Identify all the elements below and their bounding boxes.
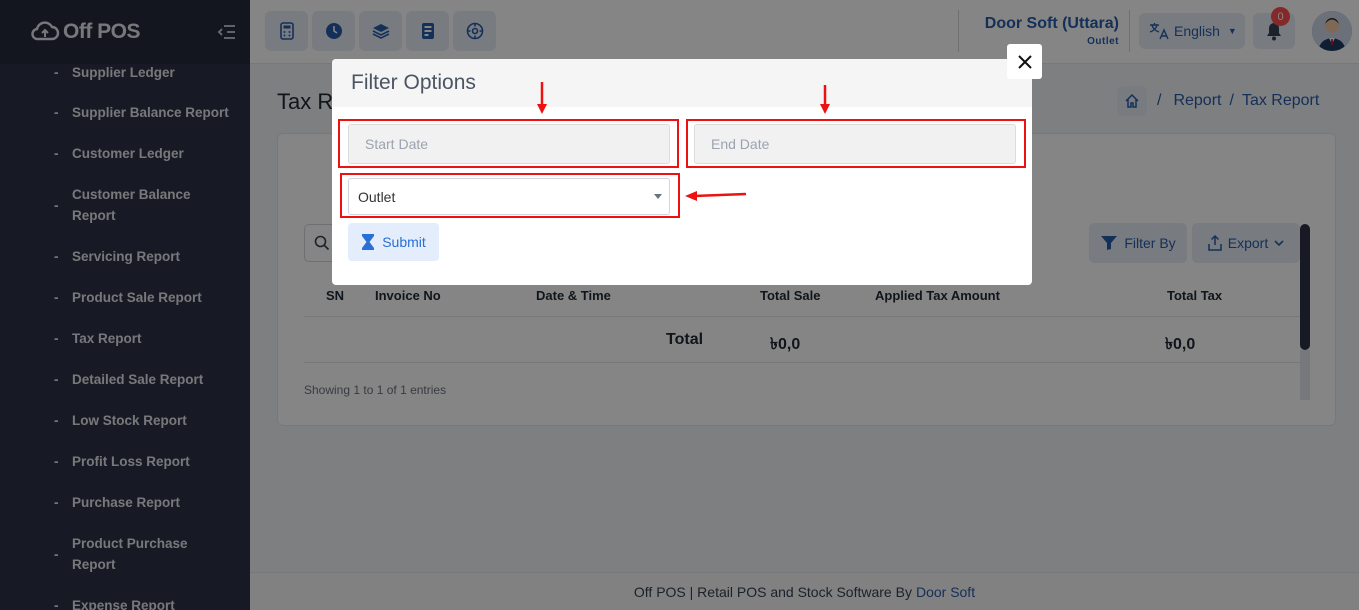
hourglass-icon [362,234,375,250]
close-modal-button[interactable] [1007,44,1042,79]
modal-title: Filter Options [351,71,476,94]
submit-button[interactable]: Submit [348,223,439,261]
close-icon [1017,54,1032,69]
end-date-highlight [686,119,1026,168]
outlet-select-highlight [340,173,680,218]
start-date-highlight [338,119,679,168]
modal-header: Filter Options [332,59,1032,107]
submit-label: Submit [382,234,426,250]
